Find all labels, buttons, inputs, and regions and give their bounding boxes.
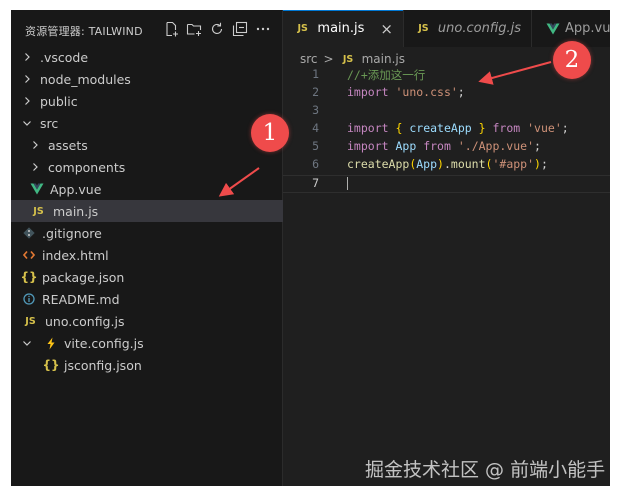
watermark: 掘金技术社区 @ 前端小能手 [365, 459, 606, 481]
annotation-badge-1: 1 [251, 114, 289, 152]
annotation-arrows [218, 61, 552, 197]
annotation-badge-2: 2 [553, 41, 591, 79]
annotation-arrow-2 [478, 61, 552, 85]
annotation-arrow-1 [218, 167, 260, 197]
vscode-window: 资源管理器: TAILWIND .vscode node_modules pub… [11, 10, 610, 486]
